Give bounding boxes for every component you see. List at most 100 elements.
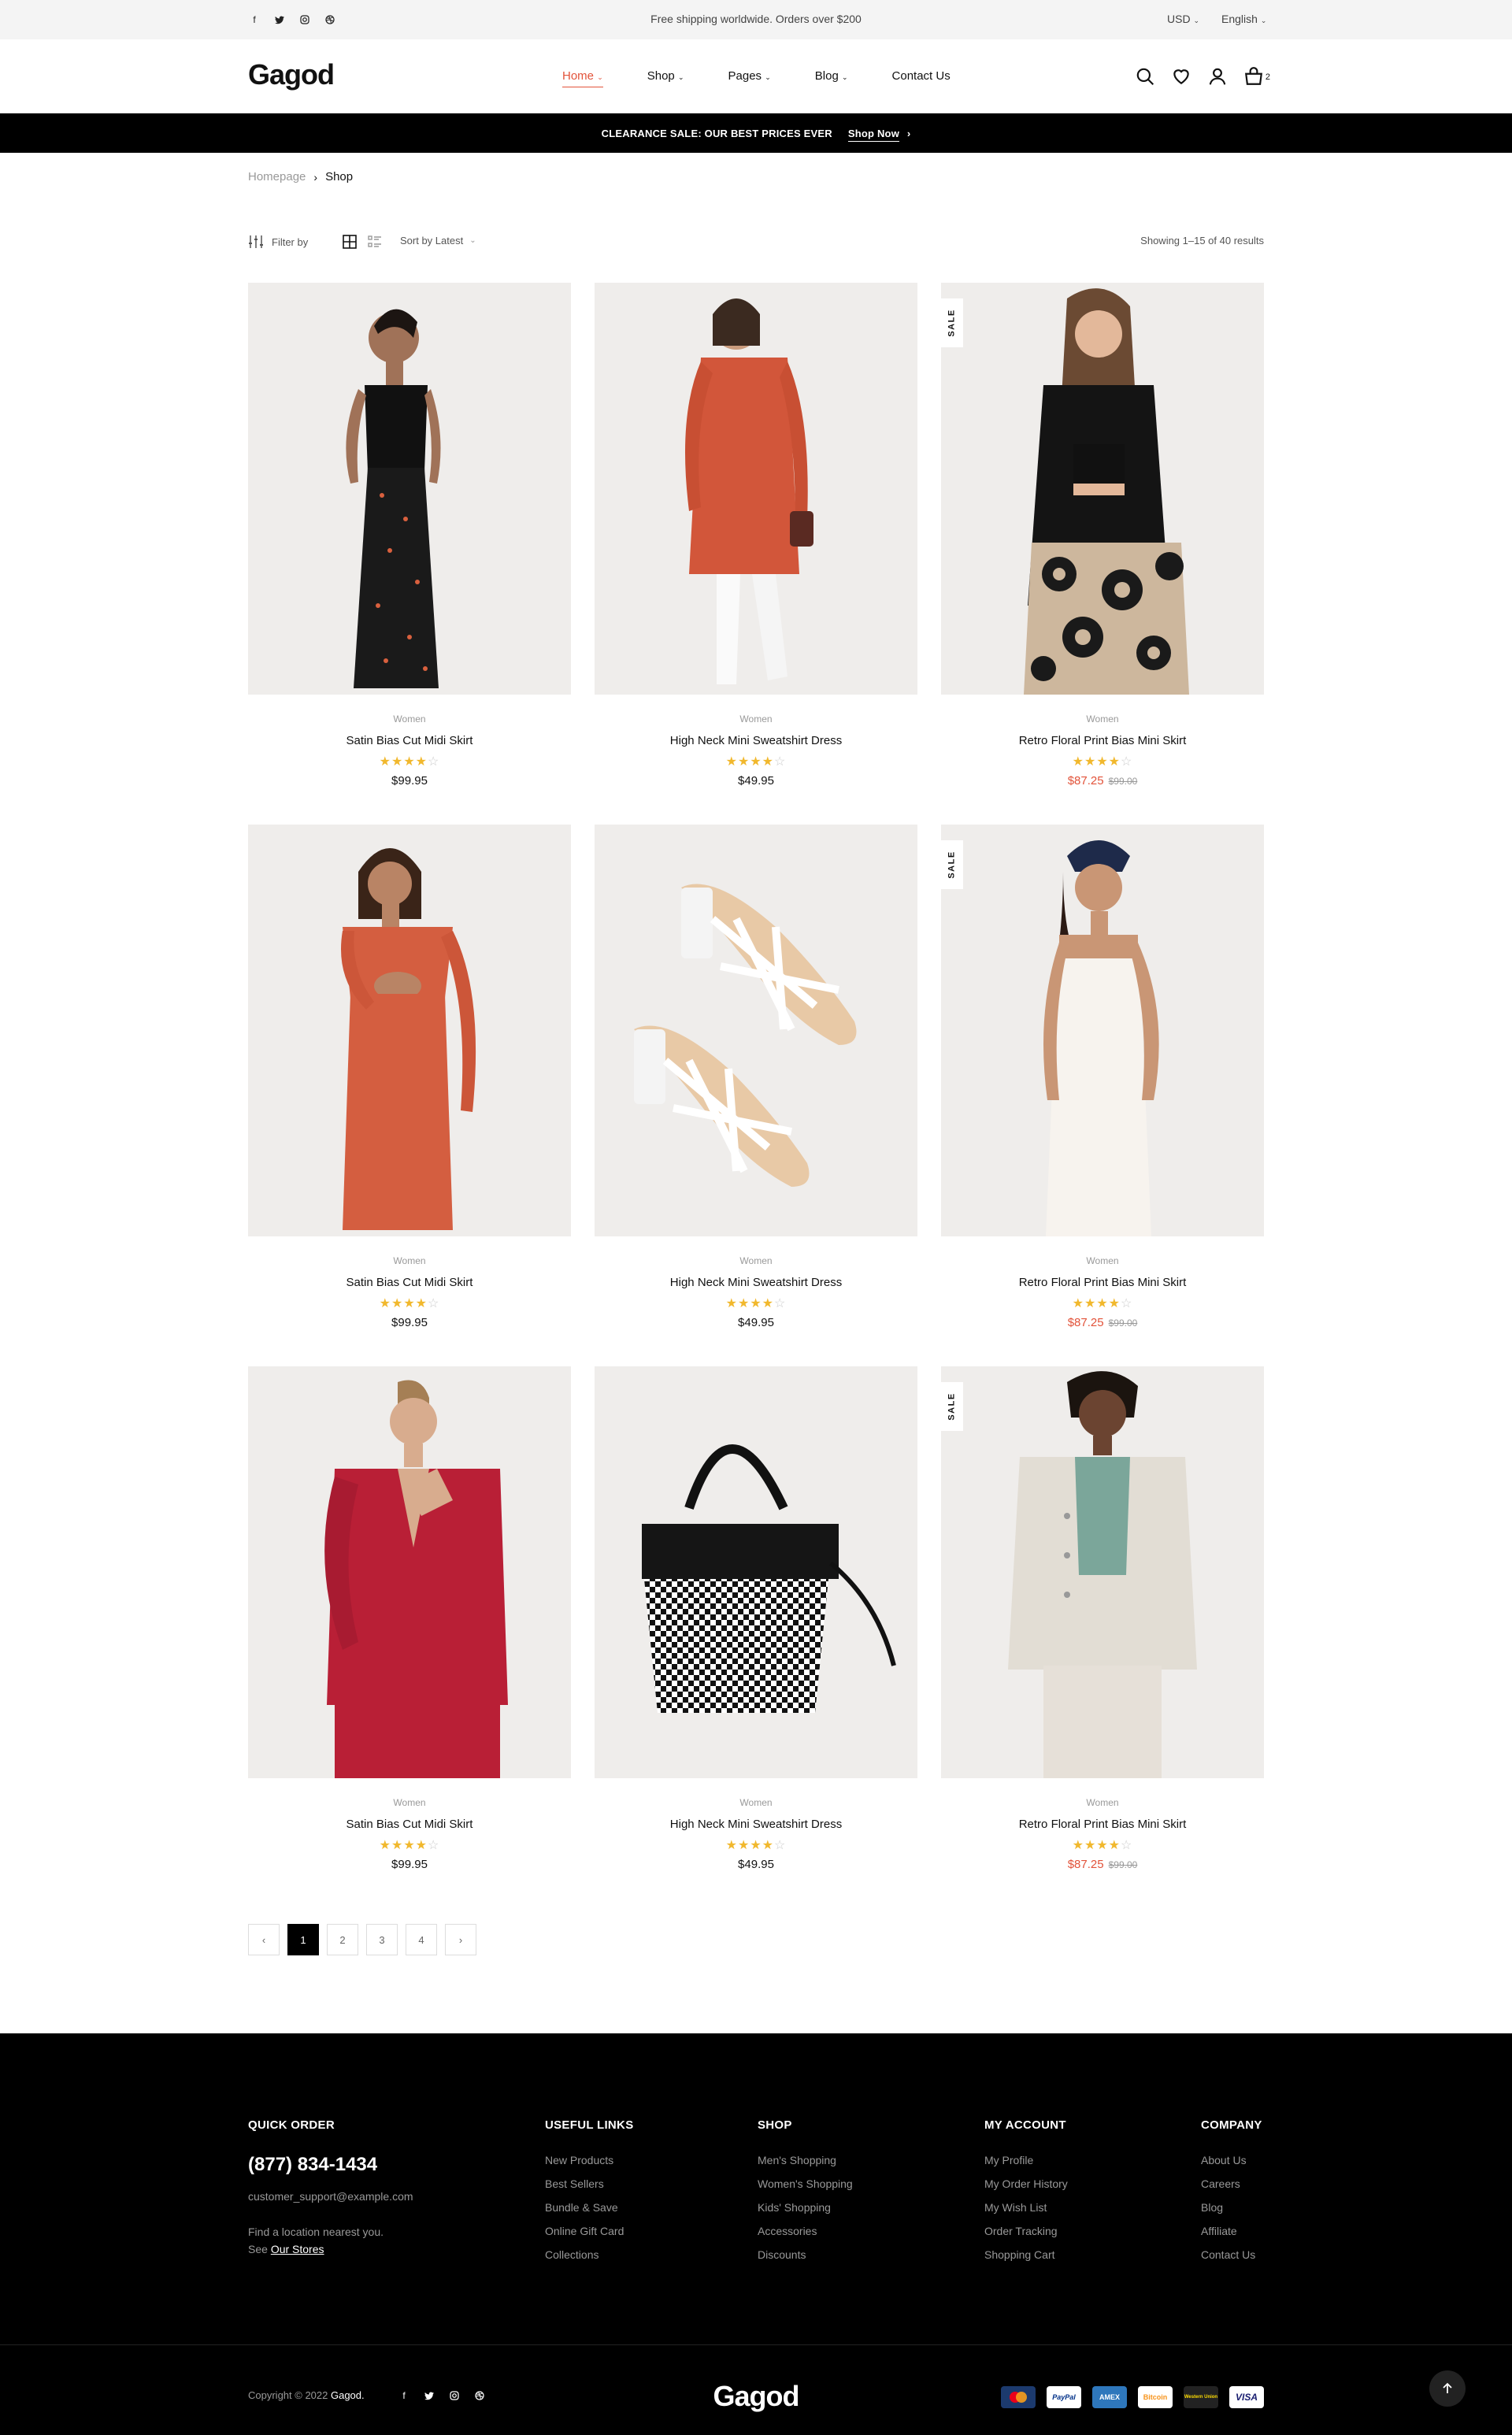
pagination-page[interactable]: 4 xyxy=(406,1924,437,1955)
product-image[interactable] xyxy=(248,825,571,1236)
product-image[interactable] xyxy=(595,825,917,1236)
product-price: $87.25 $99.00 xyxy=(941,1858,1264,1871)
find-location: Find a location nearest you. See Our Sto… xyxy=(248,2223,413,2258)
product-category[interactable]: Women xyxy=(248,713,571,725)
regular-price: $49.95 xyxy=(738,774,774,788)
star-rating: ★★★★☆ xyxy=(725,755,787,769)
product-name[interactable]: Satin Bias Cut Midi Skirt xyxy=(248,1276,571,1289)
footer-link[interactable]: Shopping Cart xyxy=(984,2248,1068,2261)
footer-link[interactable]: My Wish List xyxy=(984,2201,1068,2214)
product-card[interactable]: Women High Neck Mini Sweatshirt Dress ★★★★… xyxy=(595,1366,917,1871)
nav-blog[interactable]: Blog ⌄ xyxy=(815,69,848,83)
product-category[interactable]: Women xyxy=(248,1797,571,1808)
old-price: $99.00 xyxy=(1108,1318,1138,1329)
product-image[interactable] xyxy=(595,1366,917,1778)
product-category[interactable]: Women xyxy=(595,713,917,725)
product-image[interactable] xyxy=(595,283,917,695)
footer-link[interactable]: Accessories xyxy=(758,2225,853,2237)
product-card[interactable]: SALE Women Retro Floral Print Bias Mini Sk… xyxy=(941,283,1264,788)
product-name[interactable]: Satin Bias Cut Midi Skirt xyxy=(248,734,571,747)
nav-shop[interactable]: Shop ⌄ xyxy=(647,69,684,83)
currency-select[interactable]: USD ⌄ xyxy=(1167,13,1199,25)
regular-price: $99.95 xyxy=(391,1858,428,1871)
product-image[interactable] xyxy=(248,283,571,695)
footer-link[interactable]: My Order History xyxy=(984,2177,1068,2190)
grid-view-icon[interactable] xyxy=(343,235,357,249)
product-image[interactable]: SALE xyxy=(941,825,1264,1236)
our-stores-link[interactable]: Our Stores xyxy=(271,2243,324,2255)
product-category[interactable]: Women xyxy=(248,1255,571,1266)
sort-select[interactable]: Sort by Latest ⌄ xyxy=(400,235,476,246)
nav-home[interactable]: Home ⌄ xyxy=(562,69,603,87)
footer-company: COMPANY About Us Careers Blog Affiliate … xyxy=(1201,2118,1262,2272)
pagination-page[interactable]: 2 xyxy=(327,1924,358,1955)
language-select[interactable]: English ⌄ xyxy=(1221,13,1266,25)
pagination-next[interactable]: › xyxy=(445,1924,476,1955)
product-card[interactable]: Women High Neck Mini Sweatshirt Dress ★★★★… xyxy=(595,825,917,1329)
logo[interactable]: Gagod xyxy=(248,58,335,91)
footer-link[interactable]: Affiliate xyxy=(1201,2225,1262,2237)
footer-link[interactable]: Blog xyxy=(1201,2201,1262,2214)
list-view-icon[interactable] xyxy=(368,235,382,249)
product-category[interactable]: Women xyxy=(595,1255,917,1266)
product-card[interactable]: Women High Neck Mini Sweatshirt Dress ★★★★… xyxy=(595,283,917,788)
pagination-prev[interactable]: ‹ xyxy=(248,1924,280,1955)
product-card[interactable]: Women Satin Bias Cut Midi Skirt ★★★★☆ $99.9… xyxy=(248,1366,571,1871)
support-email[interactable]: customer_support@example.com xyxy=(248,2190,413,2203)
footer-link[interactable]: Bundle & Save xyxy=(545,2201,634,2214)
footer-link[interactable]: Contact Us xyxy=(1201,2248,1262,2261)
product-name[interactable]: High Neck Mini Sweatshirt Dress xyxy=(595,734,917,747)
product-image[interactable] xyxy=(248,1366,571,1778)
footer-quick-order: QUICK ORDER (877) 834-1434 customer_supp… xyxy=(248,2118,413,2258)
product-category[interactable]: Women xyxy=(941,1255,1264,1266)
footer-link[interactable]: My Profile xyxy=(984,2154,1068,2166)
footer-link[interactable]: About Us xyxy=(1201,2154,1262,2166)
product-card[interactable]: Women Satin Bias Cut Midi Skirt ★★★★☆ $99.9… xyxy=(248,283,571,788)
product-name[interactable]: High Neck Mini Sweatshirt Dress xyxy=(595,1276,917,1289)
nav-contact[interactable]: Contact Us xyxy=(892,69,951,83)
product-image[interactable]: SALE xyxy=(941,283,1264,695)
filter-button[interactable]: Filter by xyxy=(248,235,308,249)
footer-link[interactable]: Men's Shopping xyxy=(758,2154,853,2166)
star-rating: ★★★★☆ xyxy=(379,1297,440,1310)
footer-link[interactable]: Online Gift Card xyxy=(545,2225,634,2237)
pagination-page[interactable]: 1 xyxy=(287,1924,319,1955)
mastercard-icon xyxy=(1001,2386,1036,2408)
footer-link[interactable]: Best Sellers xyxy=(545,2177,634,2190)
product-name[interactable]: Retro Floral Print Bias Mini Skirt xyxy=(941,1818,1264,1831)
footer: QUICK ORDER (877) 834-1434 customer_supp… xyxy=(0,2033,1512,2435)
product-image[interactable]: SALE xyxy=(941,1366,1264,1778)
breadcrumb-home[interactable]: Homepage xyxy=(248,170,306,183)
back-to-top-button[interactable] xyxy=(1429,2370,1466,2407)
user-icon[interactable] xyxy=(1207,66,1228,87)
product-category[interactable]: Women xyxy=(941,713,1264,725)
product-card[interactable]: SALE Women Retro Floral Print Bias Mini Sk… xyxy=(941,825,1264,1329)
shipping-promo: Free shipping worldwide. Orders over $20… xyxy=(650,13,862,25)
footer-heading: MY ACCOUNT xyxy=(984,2118,1066,2132)
footer-link[interactable]: New Products xyxy=(545,2154,634,2166)
product-name[interactable]: Retro Floral Print Bias Mini Skirt xyxy=(941,1276,1264,1289)
footer-link[interactable]: Order Tracking xyxy=(984,2225,1068,2237)
cart-icon[interactable]: 2 xyxy=(1243,66,1270,87)
footer-link[interactable]: Kids' Shopping xyxy=(758,2201,853,2214)
pagination-page[interactable]: 3 xyxy=(366,1924,398,1955)
footer-link[interactable]: Discounts xyxy=(758,2248,853,2261)
product-category[interactable]: Women xyxy=(941,1797,1264,1808)
product-price: $99.95 xyxy=(248,774,571,788)
footer-heading: SHOP xyxy=(758,2118,792,2132)
product-name[interactable]: High Neck Mini Sweatshirt Dress xyxy=(595,1818,917,1831)
product-name[interactable]: Satin Bias Cut Midi Skirt xyxy=(248,1818,571,1831)
product-card[interactable]: SALE Women Retro Floral Print Bias Mini Sk… xyxy=(941,1366,1264,1871)
product-card[interactable]: Women Satin Bias Cut Midi Skirt ★★★★☆ $99.9… xyxy=(248,825,571,1329)
footer-link[interactable]: Women's Shopping xyxy=(758,2177,853,2190)
heart-icon[interactable] xyxy=(1171,66,1191,87)
phone-number[interactable]: (877) 834-1434 xyxy=(248,2154,413,2176)
sale-price: $87.25 xyxy=(1067,1316,1104,1329)
product-category[interactable]: Women xyxy=(595,1797,917,1808)
product-name[interactable]: Retro Floral Print Bias Mini Skirt xyxy=(941,734,1264,747)
footer-link[interactable]: Collections xyxy=(545,2248,634,2261)
shop-now-link[interactable]: Shop Now › xyxy=(847,127,911,142)
nav-pages[interactable]: Pages ⌄ xyxy=(728,69,771,83)
footer-link[interactable]: Careers xyxy=(1201,2177,1262,2190)
search-icon[interactable] xyxy=(1135,66,1155,87)
